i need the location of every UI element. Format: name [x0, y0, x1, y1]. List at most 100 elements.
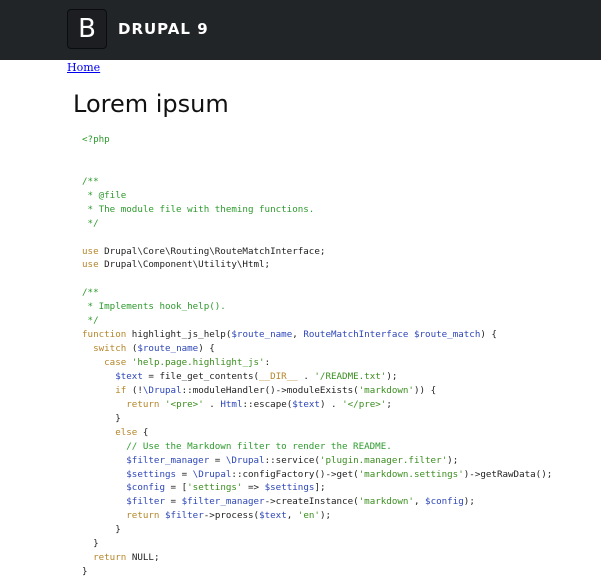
code-token: );: [463, 496, 475, 508]
code-token: );: [447, 454, 459, 466]
code-token: '</pre>': [342, 398, 387, 410]
code-token: :: [264, 357, 271, 368]
code-token: (!: [126, 384, 143, 396]
code-line: /**: [82, 175, 597, 189]
code-token: '<pre>': [165, 398, 204, 410]
code-token: .: [297, 370, 315, 382]
code-line: use Drupal\Core\Routing\RouteMatchInterf…: [82, 245, 597, 259]
site-logo[interactable]: B: [67, 9, 107, 49]
code-token: <?php: [82, 134, 110, 145]
code-token: 'en': [297, 510, 320, 522]
code-token: $route_name: [231, 329, 293, 341]
code-token: $route_match: [413, 329, 481, 341]
site-name[interactable]: DRUPAL 9: [118, 17, 209, 41]
code-token: NULL;: [126, 552, 160, 564]
code-token: ,: [413, 496, 426, 508]
code-line: <?php: [82, 133, 597, 147]
code-line: switch ($route_name) {: [82, 342, 597, 356]
code-token: $settings: [264, 482, 315, 494]
code-token: }: [82, 566, 88, 578]
code-token: Drupal\Core\Routing\RouteMatchInterface;: [98, 245, 326, 257]
code-line: return $filter->process($text, 'en');: [82, 509, 597, 523]
code-token: function: [82, 329, 127, 341]
code-line: $filter = $filter_manager->createInstanc…: [82, 495, 597, 509]
code-token: $text: [115, 370, 143, 382]
code-token: RouteMatchInterface: [303, 329, 409, 341]
code-token: use: [82, 245, 99, 257]
code-token: = [: [165, 482, 188, 494]
breadcrumb-home-link[interactable]: Home: [67, 61, 100, 74]
code-token: /**: [82, 287, 99, 299]
code-token: );: [319, 510, 332, 522]
code-token: ) {: [198, 343, 215, 355]
code-line: $config = ['settings' => $settings];: [82, 481, 597, 495]
code-token: =: [176, 468, 193, 480]
code-token: ::escape(: [242, 398, 293, 410]
code-line: * @file: [82, 189, 597, 203]
code-token: {: [137, 426, 149, 438]
code-line: */: [82, 314, 597, 328]
code-token: $filter: [126, 496, 165, 508]
code-token: * @file: [82, 189, 127, 201]
code-token: \Drupal: [142, 384, 182, 396]
code-token: $filter_manager: [181, 496, 265, 508]
code-token: 'markdown.settings': [358, 468, 464, 480]
code-token: ) .: [319, 398, 343, 410]
code-token: Html: [220, 398, 243, 410]
code-token: else: [115, 426, 138, 438]
code-token: highlight_js_help(: [126, 329, 232, 341]
page-title: Lorem ipsum: [73, 90, 229, 118]
code-token: )) {: [413, 384, 437, 396]
code-token: ::service(: [264, 454, 320, 466]
code-token: .: [203, 398, 221, 410]
code-token: // Use the Markdown filter to render the…: [82, 440, 392, 452]
code-token: =: [209, 454, 226, 466]
code-token: return: [126, 398, 160, 410]
code-token: 'settings': [187, 482, 243, 494]
code-token: ,: [292, 329, 304, 341]
code-token: \Drupal: [225, 454, 265, 466]
code-line: }: [82, 537, 597, 551]
code-token: $text: [292, 398, 320, 410]
code-token: return: [126, 510, 160, 522]
code-line: $text = file_get_contents(__DIR__ . '/RE…: [82, 370, 597, 384]
code-token: );: [386, 370, 398, 382]
code-line: }: [82, 565, 597, 579]
code-token: ];: [314, 482, 326, 494]
code-token: ::configFactory()->get(: [231, 468, 359, 480]
code-token: )->getRawData();: [463, 468, 553, 480]
breadcrumb: Home: [67, 61, 100, 75]
code-token: Drupal\Component\Utility\Html;: [98, 259, 271, 271]
code-line: }: [82, 523, 597, 537]
code-token: ;: [386, 398, 392, 410]
code-token: if: [115, 384, 127, 396]
code-token: }: [82, 412, 121, 424]
code-token: use: [82, 259, 99, 271]
code-token: return: [93, 552, 127, 564]
code-token: $text: [259, 510, 287, 522]
code-token: = file_get_contents(: [142, 370, 260, 382]
code-line: return NULL;: [82, 551, 597, 565]
code-token: $filter_manager: [126, 454, 210, 466]
code-token: $config: [425, 496, 464, 508]
code-token: \Drupal: [192, 468, 232, 480]
code-line: case 'help.page.highlight_js':: [82, 356, 597, 370]
code-block: <?php /** * @file * The module file with …: [82, 133, 597, 579]
code-token: switch: [93, 343, 127, 355]
code-token: (: [126, 343, 138, 355]
code-token: 'markdown': [358, 384, 414, 396]
code-token: =>: [242, 482, 265, 494]
code-line: $filter_manager = \Drupal::service('plug…: [82, 454, 597, 468]
code-token: '/README.txt': [314, 370, 387, 382]
code-line: use Drupal\Component\Utility\Html;: [82, 258, 597, 272]
